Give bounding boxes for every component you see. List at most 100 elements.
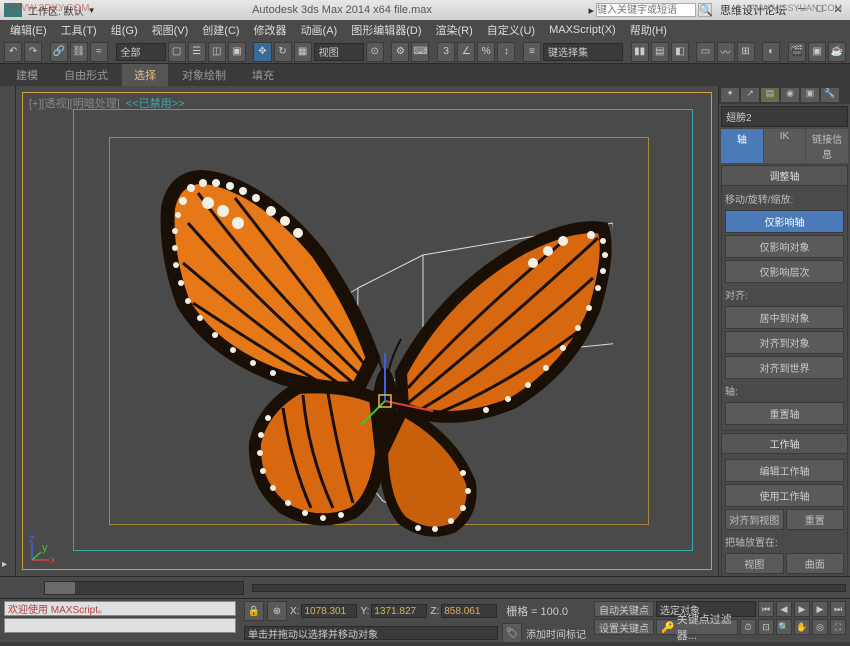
render-button[interactable]: ☕ [828, 42, 846, 62]
cp-tab-motion-icon[interactable]: ◉ [781, 88, 799, 102]
menu-views[interactable]: 视图(V) [146, 20, 195, 40]
select-rotate-button[interactable]: ↻ [274, 42, 292, 62]
ribbon-tab-selection[interactable]: 选择 [122, 64, 168, 86]
timeline-slider[interactable] [44, 581, 244, 595]
nav-orbit-button[interactable]: ◎ [812, 619, 828, 635]
cp-btn-affect-object-only[interactable]: 仅影响对象 [725, 235, 844, 258]
cp-tab-utilities-icon[interactable]: 🔧 [821, 88, 839, 102]
bind-spacewarp-button[interactable]: ≈ [90, 42, 108, 62]
goto-end-button[interactable]: ⏭ [830, 601, 846, 617]
cp-radio-surface[interactable]: 曲面 [786, 553, 845, 574]
coord-y-input[interactable] [371, 604, 427, 618]
menu-help[interactable]: 帮助(H) [624, 20, 673, 40]
search-input[interactable] [596, 3, 696, 17]
keyboard-shortcut-button[interactable]: ⌨ [411, 42, 429, 62]
lock-selection-icon[interactable]: 🔒 [244, 601, 264, 621]
ribbon-tab-freeform[interactable]: 自由形式 [52, 64, 120, 86]
menu-customize[interactable]: 自定义(U) [481, 20, 541, 40]
cp-btn-center-to-object[interactable]: 居中到对象 [725, 306, 844, 329]
menu-tools[interactable]: 工具(T) [55, 20, 103, 40]
cp-btn-align-to-world[interactable]: 对齐到世界 [725, 356, 844, 379]
cp-btn-reset-pivot[interactable]: 重置轴 [725, 402, 844, 425]
help-search[interactable]: ▸ 🔍 [588, 3, 712, 17]
cp-btn-affect-pivot-only[interactable]: 仅影响轴 [725, 210, 844, 233]
selection-filter-dropdown[interactable]: 全部 [116, 43, 166, 61]
ribbon-tab-object-paint[interactable]: 对象绘制 [170, 64, 238, 86]
cp-btn-align-to-object[interactable]: 对齐到对象 [725, 331, 844, 354]
reference-coord-dropdown[interactable]: 视图 [314, 43, 364, 61]
select-region-button[interactable]: ◫ [208, 42, 226, 62]
viewport[interactable]: [+][透视][明暗处理]<<已禁用>> [22, 92, 712, 570]
cp-btn-edit-working-pivot[interactable]: 编辑工作轴 [725, 459, 844, 482]
prev-frame-button[interactable]: ◀ [776, 601, 792, 617]
cp-subtab-pivot[interactable]: 轴 [721, 129, 763, 163]
search-icon[interactable]: 🔍 [698, 3, 712, 17]
cp-radio-view[interactable]: 视图 [725, 553, 784, 574]
viewport-object-butterfly[interactable] [143, 143, 613, 543]
auto-key-button[interactable]: 自动关键点 [594, 601, 654, 617]
cp-rollout-header-working-pivot[interactable]: 工作轴 [721, 433, 848, 454]
spinner-snap-button[interactable]: ↕ [497, 42, 515, 62]
timeline-track[interactable] [252, 584, 846, 592]
set-key-button[interactable]: 设置关键点 [594, 619, 654, 635]
ribbon-tab-populate[interactable]: 填充 [240, 64, 286, 86]
manipulate-button[interactable]: ⚙ [391, 42, 409, 62]
transform-type-in-icon[interactable]: ⊕ [267, 601, 287, 621]
layer-button[interactable]: ◧ [671, 42, 689, 62]
menu-animation[interactable]: 动画(A) [295, 20, 344, 40]
goto-start-button[interactable]: ⏮ [758, 601, 774, 617]
coord-x-input[interactable] [301, 604, 357, 618]
menu-rendering[interactable]: 渲染(R) [430, 20, 479, 40]
link-button[interactable]: 🔗 [50, 42, 68, 62]
menu-edit[interactable]: 编辑(E) [4, 20, 53, 40]
nav-maximize-button[interactable]: ⛶ [830, 619, 846, 635]
add-time-tag-icon[interactable]: 🏷 [502, 623, 522, 643]
unlink-button[interactable]: ⛓ [70, 42, 88, 62]
angle-snap-button[interactable]: ∠ [457, 42, 475, 62]
play-button[interactable]: ▶ [794, 601, 810, 617]
add-time-tag-label[interactable]: 添加时间标记 [526, 626, 586, 641]
select-move-button[interactable]: ✥ [253, 42, 271, 62]
cp-rollout-header-adjust-pivot[interactable]: 调整轴 [721, 165, 848, 186]
maxscript-listener-input[interactable] [4, 618, 236, 633]
ribbon-tab-modeling[interactable]: 建模 [4, 64, 50, 86]
curve-editor-button[interactable]: 〰 [717, 42, 735, 62]
nav-pan-button[interactable]: ✋ [794, 619, 810, 635]
timeline[interactable]: 0 / 200 [0, 576, 850, 598]
redo-button[interactable]: ↷ [24, 42, 42, 62]
select-by-name-button[interactable]: ☰ [188, 42, 206, 62]
viewport-container[interactable]: [+][透视][明暗处理]<<已禁用>> [16, 86, 718, 576]
maxscript-listener-output[interactable] [4, 601, 236, 616]
material-editor-button[interactable]: ◐ [762, 42, 780, 62]
menu-graph-editors[interactable]: 图形编辑器(D) [345, 20, 427, 40]
percent-snap-button[interactable]: % [477, 42, 495, 62]
menu-modifiers[interactable]: 修改器 [248, 20, 293, 40]
key-filter-button[interactable]: 🔑关键点过滤器... [656, 619, 738, 635]
cp-tab-display-icon[interactable]: ▣ [801, 88, 819, 102]
time-config-button[interactable]: ⏱ [740, 619, 756, 635]
pivot-center-button[interactable]: ⊙ [366, 42, 384, 62]
next-frame-button[interactable]: ▶ [812, 601, 828, 617]
snap-3d-button[interactable]: 3 [437, 42, 455, 62]
ribbon-toggle-button[interactable]: ▭ [696, 42, 714, 62]
cp-btn-affect-hierarchy-only[interactable]: 仅影响层次 [725, 260, 844, 283]
select-object-button[interactable]: ▢ [168, 42, 186, 62]
coord-z-input[interactable] [441, 604, 497, 618]
undo-button[interactable]: ↶ [4, 42, 22, 62]
cp-tab-hierarchy-icon[interactable]: ▤ [761, 88, 779, 102]
menu-group[interactable]: 组(G) [105, 20, 144, 40]
left-rail-expand-icon[interactable]: ▸ [2, 559, 7, 570]
cp-tab-create-icon[interactable]: ✦ [721, 88, 739, 102]
window-crossing-button[interactable]: ▣ [228, 42, 246, 62]
mirror-button[interactable]: ▮▮ [631, 42, 649, 62]
render-frame-button[interactable]: ▣ [808, 42, 826, 62]
cp-btn-reset[interactable]: 重置 [786, 509, 845, 530]
cp-tab-modify-icon[interactable]: ↗ [741, 88, 759, 102]
nav-zoom-extents-button[interactable]: ⊡ [758, 619, 774, 635]
render-setup-button[interactable]: 🎬 [788, 42, 806, 62]
nav-zoom-button[interactable]: 🔍 [776, 619, 792, 635]
cp-btn-use-working-pivot[interactable]: 使用工作轴 [725, 484, 844, 507]
menu-create[interactable]: 创建(C) [196, 20, 245, 40]
timeline-thumb[interactable] [45, 582, 75, 594]
menu-maxscript[interactable]: MAXScript(X) [543, 22, 622, 38]
